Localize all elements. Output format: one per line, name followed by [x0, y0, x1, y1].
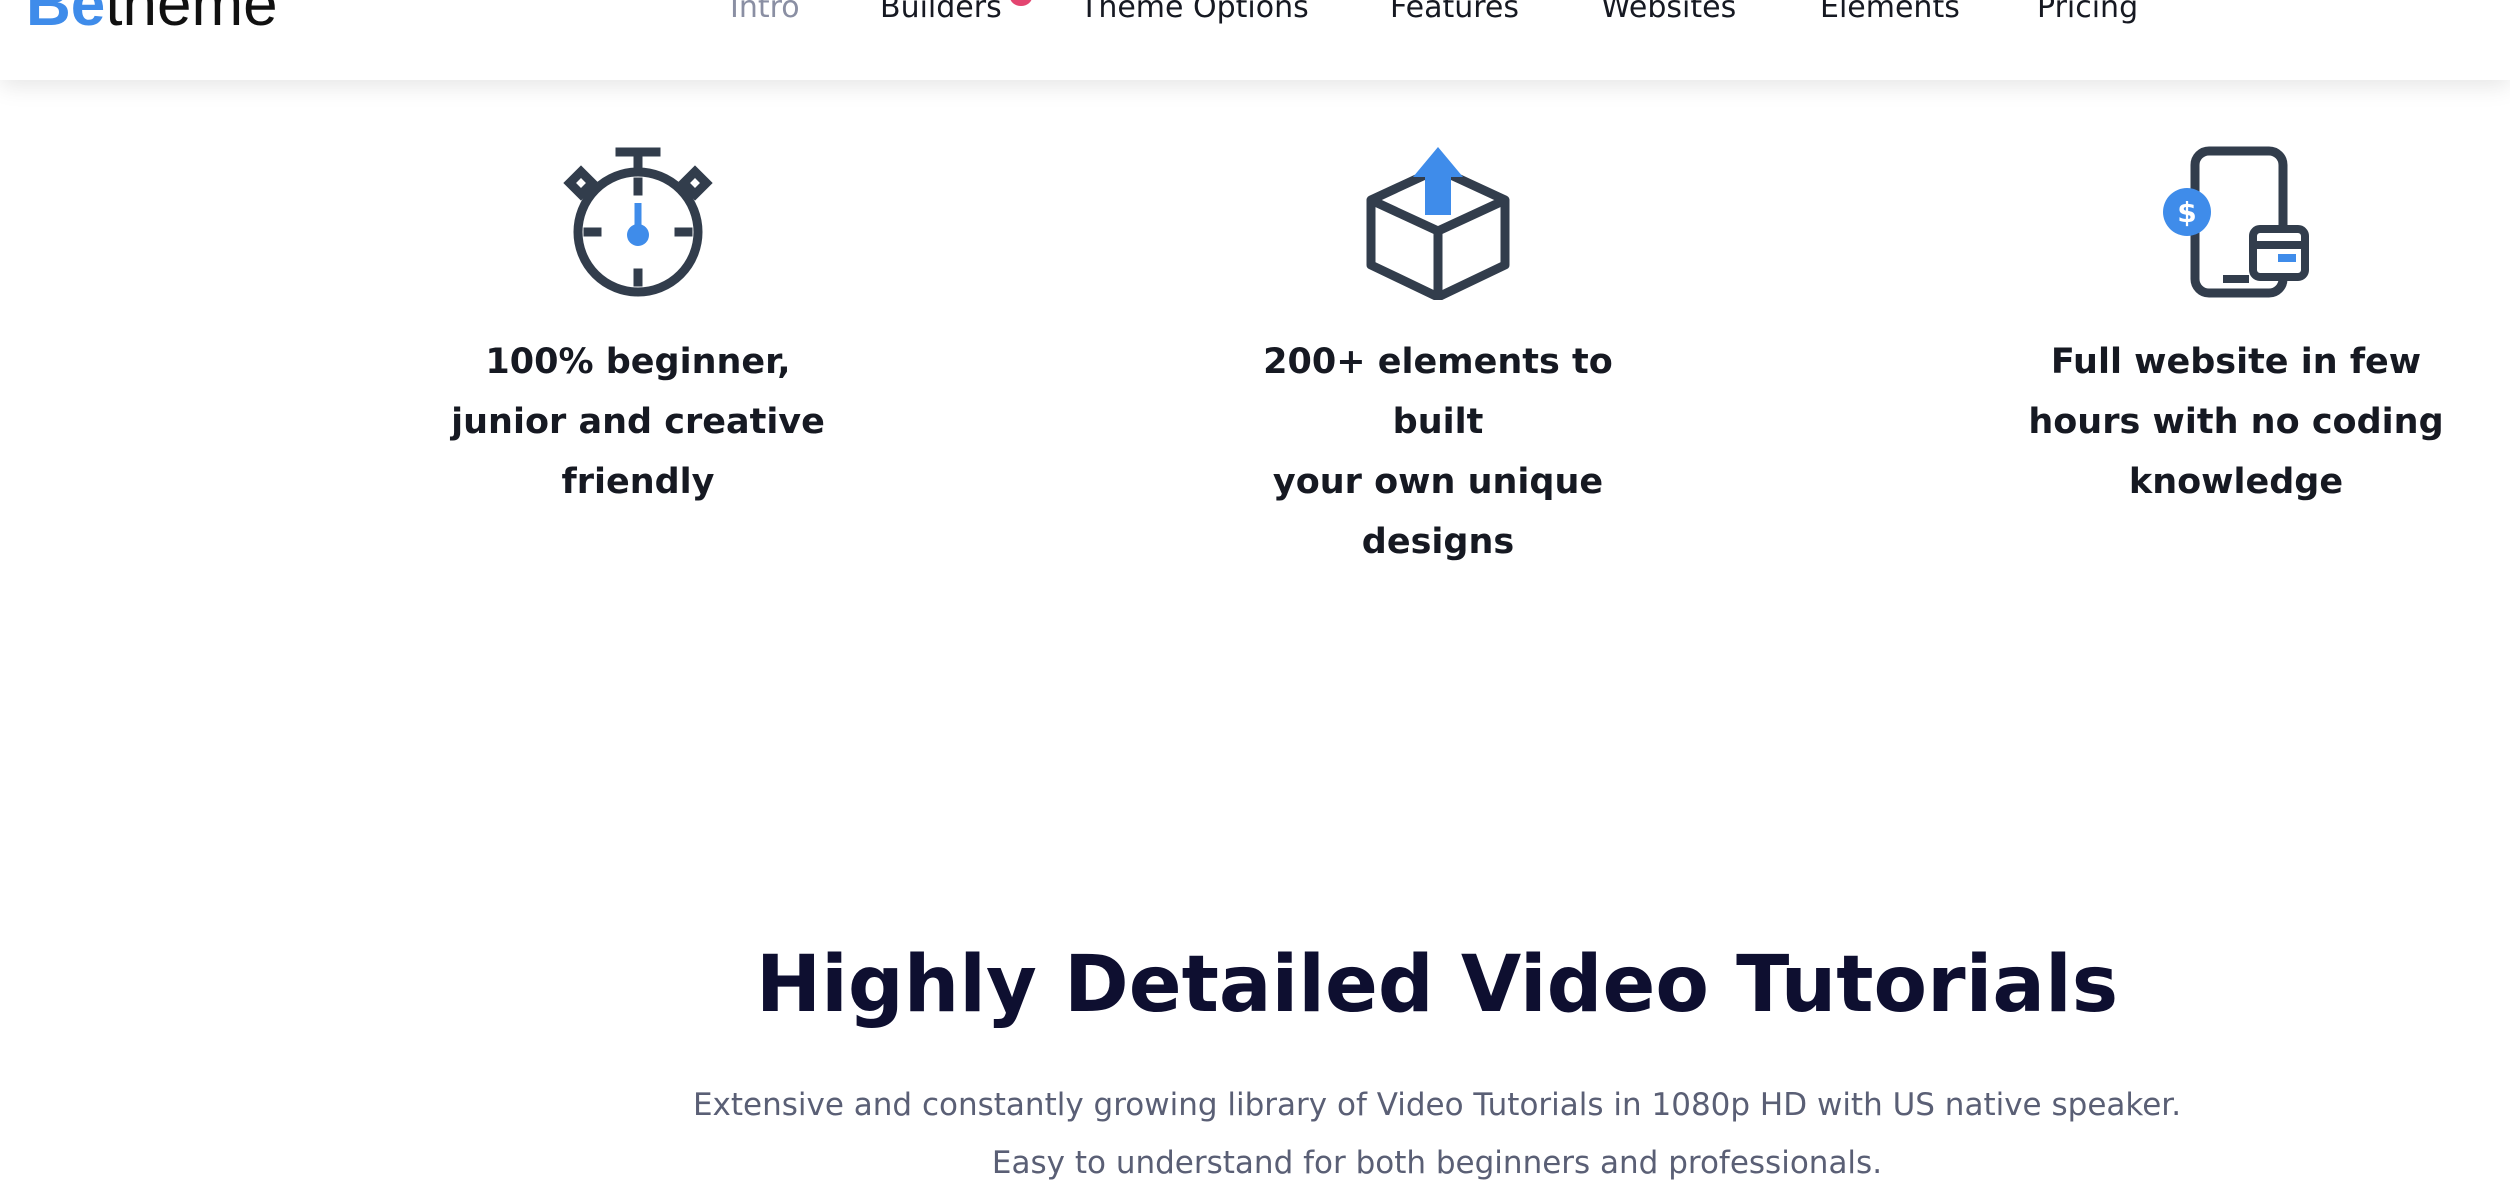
feature-line: designs [1361, 522, 1515, 562]
description-line: Extensive and constantly growing library… [692, 1087, 2182, 1123]
new-badge-dot [1010, 0, 1032, 6]
site-header: Betheme Intro Builders Theme Options Fea… [0, 0, 2510, 80]
nav-item-elements[interactable]: Elements [1820, 0, 1960, 28]
feature-full-website: $ Full website in few hours with no codi… [2026, 145, 2446, 512]
nav-item-websites[interactable]: Websites [1601, 0, 1736, 28]
box-upload-icon [1366, 147, 1510, 300]
nav-item-theme-options[interactable]: Theme Options [1080, 0, 1309, 28]
feature-line: junior and creative [451, 402, 825, 442]
stopwatch-icon [563, 147, 713, 297]
feature-line: hours with no coding [2028, 402, 2444, 442]
section-description: Extensive and constantly growing library… [0, 1076, 2510, 1192]
betheme-logo[interactable]: Betheme [26, 0, 278, 36]
svg-text:$: $ [2177, 196, 2196, 229]
feature-line: knowledge [2128, 462, 2344, 502]
nav-item-intro[interactable]: Intro [730, 0, 800, 28]
logo-suffix: theme [105, 0, 278, 39]
feature-beginner-friendly: 100% beginner, junior and creative frien… [428, 145, 848, 512]
feature-line: friendly [561, 462, 715, 502]
logo-prefix: Be [26, 0, 106, 39]
description-line: Easy to understand for both beginners an… [991, 1145, 1883, 1181]
feature-line: your own unique [1272, 462, 1604, 502]
nav-item-builders[interactable]: Builders [880, 0, 1002, 28]
feature-text: 100% beginner, junior and creative frien… [428, 332, 848, 512]
mobile-payment-icon: $ [2163, 146, 2311, 298]
feature-elements: 200+ elements to built your own unique d… [1228, 145, 1648, 572]
feature-line: 200+ elements to built [1263, 342, 1613, 442]
nav-item-pricing[interactable]: Pricing [2037, 0, 2138, 28]
feature-text: 200+ elements to built your own unique d… [1228, 332, 1648, 572]
feature-text: Full website in few hours with no coding… [2026, 332, 2446, 512]
feature-line: 100% beginner, [485, 342, 791, 382]
feature-line: Full website in few [2050, 342, 2422, 382]
nav-item-features[interactable]: Features [1390, 0, 1519, 28]
section-title: Highly Detailed Video Tutorials [755, 940, 2119, 1030]
